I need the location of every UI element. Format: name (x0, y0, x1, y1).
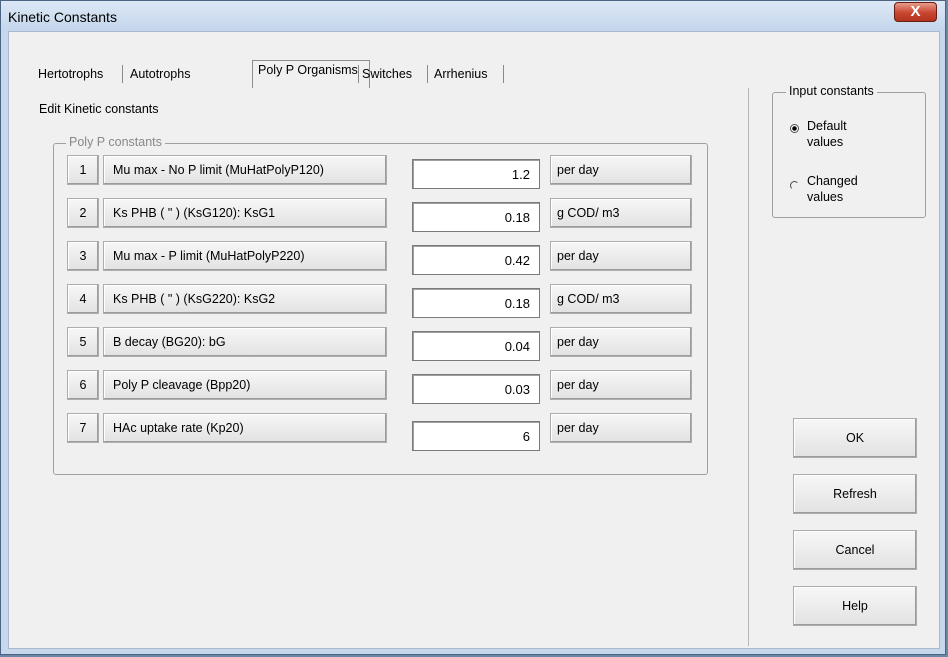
constant-label-button[interactable]: HAc uptake rate (Kp20) (103, 413, 387, 443)
constant-value-input[interactable]: 1.2 (412, 159, 540, 189)
changed-values-radio[interactable] (790, 181, 799, 190)
unit-button[interactable]: g COD/ m3 (550, 284, 692, 314)
unit-button[interactable]: per day (550, 155, 692, 185)
input-constants-title: Input constants (786, 84, 877, 98)
constant-value-input[interactable]: 0.42 (412, 245, 540, 275)
refresh-button[interactable]: Refresh (793, 474, 917, 514)
constant-value-input[interactable]: 0.04 (412, 331, 540, 361)
constant-value-input[interactable]: 0.03 (412, 374, 540, 404)
cancel-button[interactable]: Cancel (793, 530, 917, 570)
default-values-label[interactable]: Default values (807, 118, 867, 150)
title-bar: Kinetic Constants X (1, 1, 945, 31)
constant-value-input[interactable]: 0.18 (412, 288, 540, 318)
constant-label-button[interactable]: Mu max - P limit (MuHatPolyP220) (103, 241, 387, 271)
tab-hertotrophs[interactable]: Hertotrophs (38, 67, 103, 81)
row-number-button[interactable]: 7 (67, 413, 99, 443)
unit-button[interactable]: per day (550, 241, 692, 271)
constant-label-button[interactable]: Poly P cleavage (Bpp20) (103, 370, 387, 400)
row-number-button[interactable]: 1 (67, 155, 99, 185)
close-button[interactable]: X (894, 2, 937, 22)
row-number-button[interactable]: 3 (67, 241, 99, 271)
tab-autotrophs[interactable]: Autotrophs (130, 67, 190, 81)
vertical-divider (748, 88, 749, 646)
unit-button[interactable]: per day (550, 413, 692, 443)
constant-label-button[interactable]: Ks PHB ( " ) (KsG220): KsG2 (103, 284, 387, 314)
close-icon: X (910, 3, 921, 20)
ok-button[interactable]: OK (793, 418, 917, 458)
panel-heading: Edit Kinetic constants (39, 102, 159, 116)
window-title: Kinetic Constants (8, 9, 117, 25)
tab-arrhenius[interactable]: Arrhenius (434, 67, 488, 81)
unit-button[interactable]: per day (550, 370, 692, 400)
constant-value-input[interactable]: 0.18 (412, 202, 540, 232)
help-button[interactable]: Help (793, 586, 917, 626)
tab-separator (503, 65, 504, 83)
tab-separator (358, 65, 359, 83)
constant-value-input[interactable]: 6 (412, 421, 540, 451)
row-number-button[interactable]: 2 (67, 198, 99, 228)
tab-poly-p-organisms[interactable]: Poly P Organisms (258, 63, 358, 77)
row-number-button[interactable]: 6 (67, 370, 99, 400)
constant-label-button[interactable]: Mu max - No P limit (MuHatPolyP120) (103, 155, 387, 185)
unit-button[interactable]: g COD/ m3 (550, 198, 692, 228)
tab-switches[interactable]: Switches (362, 67, 412, 81)
default-values-radio[interactable] (790, 124, 799, 133)
changed-values-label[interactable]: Changed values (807, 173, 867, 205)
tab-separator (427, 65, 428, 83)
constant-label-button[interactable]: Ks PHB ( " ) (KsG120): KsG1 (103, 198, 387, 228)
row-number-button[interactable]: 4 (67, 284, 99, 314)
unit-button[interactable]: per day (550, 327, 692, 357)
group-title: Poly P constants (66, 135, 165, 149)
constant-label-button[interactable]: B decay (BG20): bG (103, 327, 387, 357)
tab-separator (122, 65, 123, 83)
row-number-button[interactable]: 5 (67, 327, 99, 357)
